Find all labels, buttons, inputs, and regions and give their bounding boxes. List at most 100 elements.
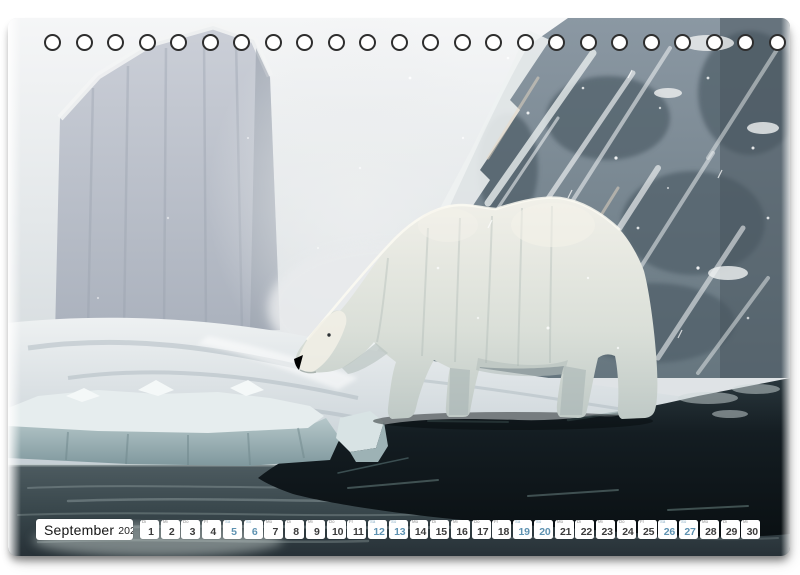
day-number: 25 xyxy=(638,526,657,538)
day-number: 29 xyxy=(721,526,740,538)
day-abbr: Fr xyxy=(349,520,353,525)
day-cell: Sa5 xyxy=(223,520,242,539)
day-abbr: So xyxy=(246,520,251,525)
day-cell: Mi9 xyxy=(306,520,325,539)
binding-hole xyxy=(170,34,187,51)
day-abbr: So xyxy=(681,520,686,525)
day-number: 12 xyxy=(368,526,387,538)
day-abbr: Fr xyxy=(204,520,208,525)
day-cell: Mo28 xyxy=(700,520,719,539)
day-number: 4 xyxy=(202,526,221,538)
day-cell: So13 xyxy=(389,520,408,539)
day-cell: Fr11 xyxy=(347,520,366,539)
day-abbr: Di xyxy=(142,520,146,525)
day-cell: Do17 xyxy=(472,520,491,539)
day-cell: Sa19 xyxy=(513,520,532,539)
bear-eye xyxy=(327,333,330,336)
day-cell: Mi2 xyxy=(161,520,180,539)
binding-hole xyxy=(233,34,250,51)
day-number: 20 xyxy=(534,526,553,538)
day-abbr: Sa xyxy=(660,520,665,525)
day-cell: Di15 xyxy=(430,520,449,539)
day-cell: Mi30 xyxy=(741,520,760,539)
day-cell: Di1 xyxy=(140,520,159,539)
binding-hole xyxy=(611,34,628,51)
day-number: 17 xyxy=(472,526,491,538)
day-abbr: So xyxy=(536,520,541,525)
day-abbr: Do xyxy=(619,520,625,525)
day-abbr: Sa xyxy=(225,520,230,525)
day-abbr: Di xyxy=(432,520,436,525)
day-cell: Mo7 xyxy=(264,520,283,539)
polar-bear-photo xyxy=(8,18,790,556)
day-cell: So6 xyxy=(244,520,263,539)
day-number: 26 xyxy=(658,526,677,538)
day-number: 14 xyxy=(410,526,429,538)
day-number: 8 xyxy=(285,526,304,538)
binding-hole xyxy=(202,34,219,51)
day-number: 13 xyxy=(389,526,408,538)
day-abbr: Mo xyxy=(557,520,563,525)
day-abbr: Mo xyxy=(702,520,708,525)
binding-hole xyxy=(580,34,597,51)
month-name: September xyxy=(44,522,114,538)
day-abbr: Mi xyxy=(453,520,458,525)
binding-hole xyxy=(548,34,565,51)
day-number: 9 xyxy=(306,526,325,538)
day-cell: So27 xyxy=(679,520,698,539)
day-cell: Mi23 xyxy=(596,520,615,539)
day-number: 28 xyxy=(700,526,719,538)
day-cell: Do3 xyxy=(181,520,200,539)
day-cell: Mi16 xyxy=(451,520,470,539)
day-cell: Do24 xyxy=(617,520,636,539)
binding-holes xyxy=(44,34,786,51)
binding-hole xyxy=(107,34,124,51)
day-abbr: Sa xyxy=(370,520,375,525)
day-cell: Di29 xyxy=(721,520,740,539)
day-number: 18 xyxy=(492,526,511,538)
day-cell: Fr18 xyxy=(492,520,511,539)
day-cell: Di8 xyxy=(285,520,304,539)
day-number: 27 xyxy=(679,526,698,538)
binding-hole xyxy=(328,34,345,51)
year-label: 2026 xyxy=(118,523,133,537)
day-abbr: Do xyxy=(474,520,480,525)
day-number: 15 xyxy=(430,526,449,538)
binding-hole xyxy=(296,34,313,51)
day-abbr: So xyxy=(391,520,396,525)
binding-hole xyxy=(139,34,156,51)
binding-hole xyxy=(517,34,534,51)
binding-hole xyxy=(359,34,376,51)
day-abbr: Di xyxy=(723,520,727,525)
calendar-strip: September 2026 Di1Mi2Do3Fr4Sa5So6Mo7Di8M… xyxy=(36,519,760,540)
month-label-box: September 2026 xyxy=(36,519,133,540)
day-cell: Fr4 xyxy=(202,520,221,539)
day-cells: Di1Mi2Do3Fr4Sa5So6Mo7Di8Mi9Do10Fr11Sa12S… xyxy=(140,520,760,539)
calendar-page: September 2026 Di1Mi2Do3Fr4Sa5So6Mo7Di8M… xyxy=(8,18,790,556)
binding-hole xyxy=(485,34,502,51)
day-abbr: Mi xyxy=(163,520,168,525)
day-abbr: Do xyxy=(329,520,335,525)
day-cell: Do10 xyxy=(327,520,346,539)
day-number: 23 xyxy=(596,526,615,538)
day-abbr: Mo xyxy=(412,520,418,525)
binding-hole xyxy=(265,34,282,51)
day-abbr: Mi xyxy=(308,520,313,525)
day-number: 11 xyxy=(347,526,366,538)
day-number: 24 xyxy=(617,526,636,538)
day-number: 19 xyxy=(513,526,532,538)
day-number: 21 xyxy=(555,526,574,538)
day-abbr: Mi xyxy=(743,520,748,525)
binding-hole xyxy=(44,34,61,51)
binding-hole xyxy=(737,34,754,51)
day-number: 5 xyxy=(223,526,242,538)
day-number: 16 xyxy=(451,526,470,538)
day-cell: Fr25 xyxy=(638,520,657,539)
binding-hole xyxy=(769,34,786,51)
day-abbr: Fr xyxy=(494,520,498,525)
binding-hole xyxy=(674,34,691,51)
binding-hole xyxy=(76,34,93,51)
day-cell: Mo21 xyxy=(555,520,574,539)
day-abbr: Di xyxy=(577,520,581,525)
day-number: 30 xyxy=(741,526,760,538)
